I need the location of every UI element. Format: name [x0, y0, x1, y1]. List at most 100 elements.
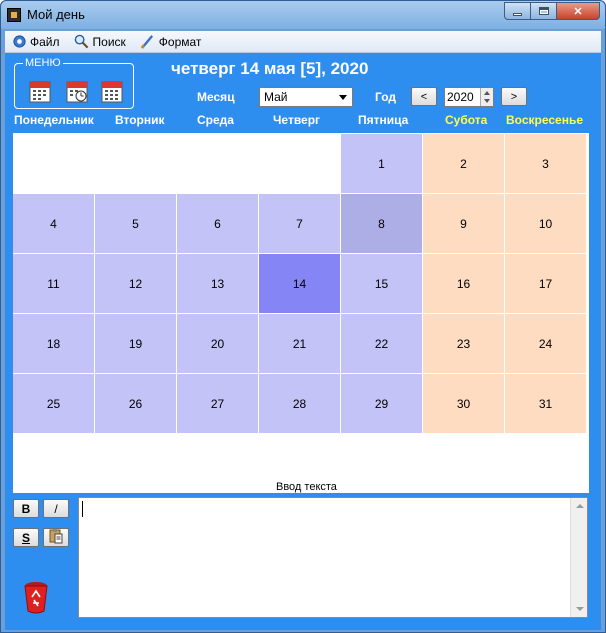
menu-file[interactable]: Файл	[11, 34, 60, 50]
calendar-day-cell[interactable]: 16	[423, 254, 504, 313]
window-controls: ✕	[504, 2, 600, 20]
search-icon	[74, 34, 90, 50]
calendar-day-number: 5	[132, 216, 139, 231]
calendar-day-cell[interactable]: 15	[341, 254, 422, 313]
chevron-down-icon	[339, 95, 347, 100]
calendar-day-cell[interactable]: 7	[259, 194, 340, 253]
strike-button[interactable]: S	[13, 528, 39, 547]
calendar-day-number: 21	[292, 336, 307, 351]
calendar-day-number: 22	[374, 336, 389, 351]
year-value: 2020	[447, 90, 474, 104]
calendar-icon[interactable]	[29, 79, 51, 103]
menu-bar: Файл Поиск Формат	[5, 31, 601, 53]
weekday-header-mon: Понедельник	[14, 113, 94, 127]
minimize-icon	[513, 12, 522, 16]
paste-button[interactable]	[43, 528, 69, 547]
calendar-day-cell[interactable]: 29	[341, 374, 422, 433]
year-label: Год	[375, 90, 396, 104]
calendar-day-cell[interactable]: 3	[505, 134, 586, 193]
calendar-day-number: 8	[378, 216, 385, 231]
calendar-day-cell[interactable]: 18	[13, 314, 94, 373]
calendar-day-number: 7	[296, 216, 303, 231]
calendar-grid-icon[interactable]	[101, 79, 123, 103]
calendar-day-cell[interactable]: 31	[505, 374, 586, 433]
calendar-day-cell[interactable]: 19	[95, 314, 176, 373]
calendar-day-number: 2	[460, 156, 467, 171]
calendar-day-number: 11	[47, 276, 60, 291]
calendar-day-cell[interactable]: 1	[341, 134, 422, 193]
calendar-day-cell[interactable]: 14	[259, 254, 340, 313]
spinner-arrows-icon[interactable]	[480, 88, 493, 106]
note-textarea[interactable]	[78, 497, 588, 618]
calendar-day-number: 3	[542, 156, 549, 171]
calendar-day-number: 10	[538, 216, 553, 231]
calendar-day-cell[interactable]: 26	[95, 374, 176, 433]
close-button[interactable]: ✕	[556, 2, 600, 20]
menu-format[interactable]: Формат	[140, 34, 202, 50]
calendar-day-number: 4	[50, 216, 57, 231]
textarea-scrollbar[interactable]	[570, 498, 587, 617]
year-spinner[interactable]: 2020	[444, 87, 494, 107]
calendar-day-number: 29	[374, 396, 389, 411]
calendar-day-cell[interactable]: 23	[423, 314, 504, 373]
calendar-day-cell[interactable]: 27	[177, 374, 258, 433]
calendar-day-cell[interactable]: 4	[13, 194, 94, 253]
calendar-day-cell[interactable]: 9	[423, 194, 504, 253]
close-icon: ✕	[573, 5, 583, 18]
menu-search-label: Поиск	[92, 34, 126, 49]
menu-search[interactable]: Поиск	[74, 34, 126, 50]
text-caret	[82, 501, 83, 517]
scroll-down-icon[interactable]	[576, 607, 584, 611]
bold-button[interactable]: B	[13, 499, 39, 518]
calendar-day-cell[interactable]: 21	[259, 314, 340, 373]
month-select-value: Май	[264, 90, 288, 104]
calendar-day-cell[interactable]: 17	[505, 254, 586, 313]
current-date-title: четверг 14 мая [5], 2020	[171, 59, 369, 78]
calendar-day-cell[interactable]: 8	[341, 194, 422, 253]
calendar-clock-icon[interactable]	[66, 79, 88, 103]
italic-button[interactable]: /	[43, 499, 69, 518]
calendar-day-number: 18	[46, 336, 61, 351]
menu-group-label: МЕНЮ	[23, 57, 63, 69]
text-input-label: Ввод текста	[276, 481, 337, 493]
month-select[interactable]: Май	[259, 87, 353, 107]
trash-icon	[24, 582, 48, 614]
minimize-button[interactable]	[504, 2, 530, 20]
calendar-day-number: 24	[538, 336, 553, 351]
prev-year-button[interactable]: <	[411, 87, 437, 106]
calendar-day-number: 17	[538, 276, 553, 291]
calendar-day-cell[interactable]: 30	[423, 374, 504, 433]
calendar-day-number: 13	[210, 276, 225, 291]
calendar-day-cell[interactable]: 2	[423, 134, 504, 193]
calendar-day-number: 28	[292, 396, 307, 411]
calendar-day-cell[interactable]: 13	[177, 254, 258, 313]
weekday-header-tue: Вторник	[115, 113, 165, 127]
calendar-day-number: 16	[456, 276, 471, 291]
gear-icon	[11, 34, 27, 50]
calendar-day-cell[interactable]: 20	[177, 314, 258, 373]
calendar-day-cell[interactable]: 10	[505, 194, 586, 253]
calendar-day-cell[interactable]: 5	[95, 194, 176, 253]
calendar-day-cell[interactable]: 22	[341, 314, 422, 373]
calendar-day-cell[interactable]: 12	[95, 254, 176, 313]
calendar-day-cell[interactable]: 25	[13, 374, 94, 433]
app-window: Мой день ✕ Файл Поиск Формат МЕНЮ четвер…	[0, 0, 606, 633]
calendar-day-number: 31	[538, 396, 553, 411]
menu-format-label: Формат	[158, 34, 202, 49]
calendar-day-cell[interactable]: 11	[13, 254, 94, 313]
calendar-day-cell[interactable]: 24	[505, 314, 586, 373]
calendar-day-number: 20	[210, 336, 225, 351]
calendar-day-number: 27	[210, 396, 225, 411]
maximize-button[interactable]	[530, 2, 556, 20]
calendar-day-cell[interactable]: 28	[259, 374, 340, 433]
calendar-day-number: 1	[378, 156, 385, 171]
scroll-up-icon[interactable]	[576, 504, 584, 508]
clipboard-icon	[48, 528, 64, 547]
title-bar[interactable]: Мой день ✕	[1, 1, 605, 29]
brush-icon	[140, 34, 156, 50]
calendar-day-number: 6	[214, 216, 221, 231]
calendar-grid: 1 2 3 4 5 6 7 8 9 10 11 12 13 14 15 16 17 18 19 20 21 22 23 24 2…	[13, 133, 589, 493]
calendar-day-cell[interactable]: 6	[177, 194, 258, 253]
next-year-button[interactable]: >	[501, 87, 527, 106]
trash-button[interactable]	[23, 579, 49, 615]
